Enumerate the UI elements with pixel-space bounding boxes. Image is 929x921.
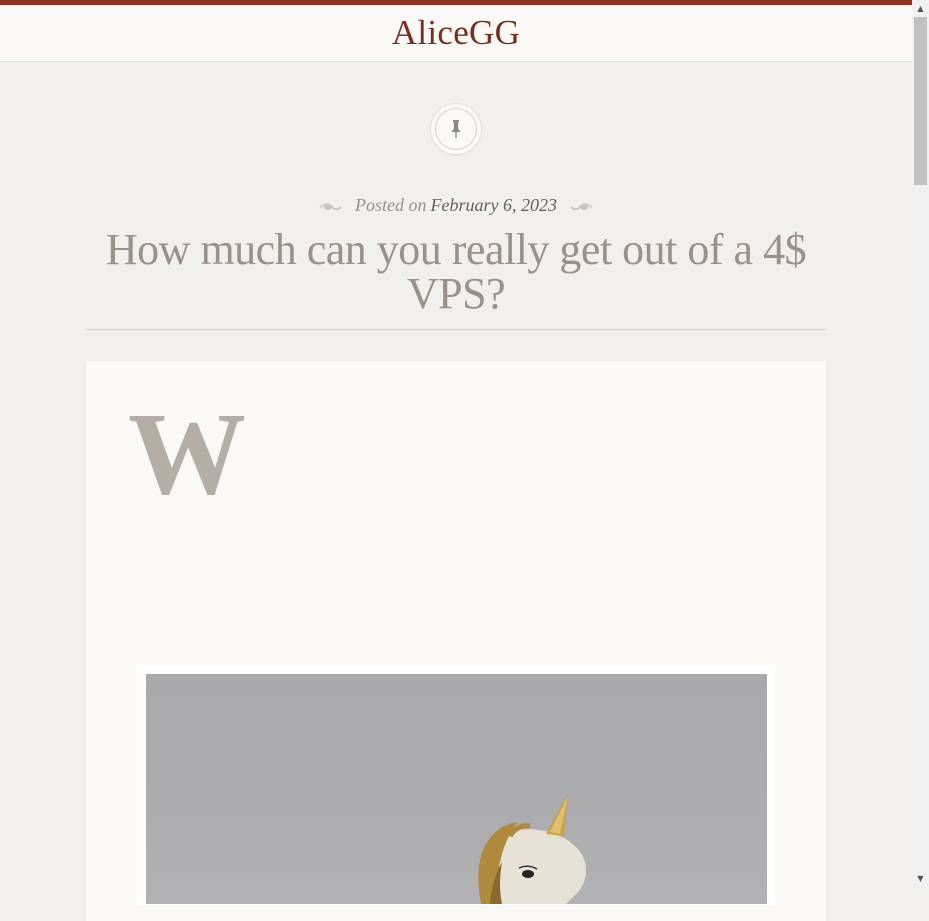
right-flourish-icon xyxy=(570,203,594,210)
sticky-post-badge xyxy=(431,104,481,154)
title-divider xyxy=(86,329,826,330)
unicorn-figurine-photo[interactable] xyxy=(146,674,767,904)
drop-cap: W xyxy=(128,388,246,519)
post-title: How much can you really get out of a 4$ … xyxy=(105,225,807,318)
post-content-card: W xyxy=(86,361,826,921)
post-meta: Posted on February 6, 2023 xyxy=(0,195,912,216)
site-header: AliceGG xyxy=(0,5,912,62)
left-flourish-icon xyxy=(318,203,342,210)
post-date-link[interactable]: February 6, 2023 xyxy=(431,195,557,215)
pin-icon xyxy=(451,120,461,138)
vertical-scrollbar[interactable]: ▲ ▼ xyxy=(912,0,929,887)
scroll-up-arrow[interactable]: ▲ xyxy=(912,0,929,17)
meta-prefix: Posted on xyxy=(355,195,427,215)
scroll-down-arrow[interactable]: ▼ xyxy=(912,870,929,887)
unicorn-figurine-illustration xyxy=(478,794,586,904)
featured-image-frame xyxy=(137,665,775,905)
site-title-link[interactable]: AliceGG xyxy=(392,15,520,50)
scrollbar-thumb[interactable] xyxy=(914,17,927,185)
